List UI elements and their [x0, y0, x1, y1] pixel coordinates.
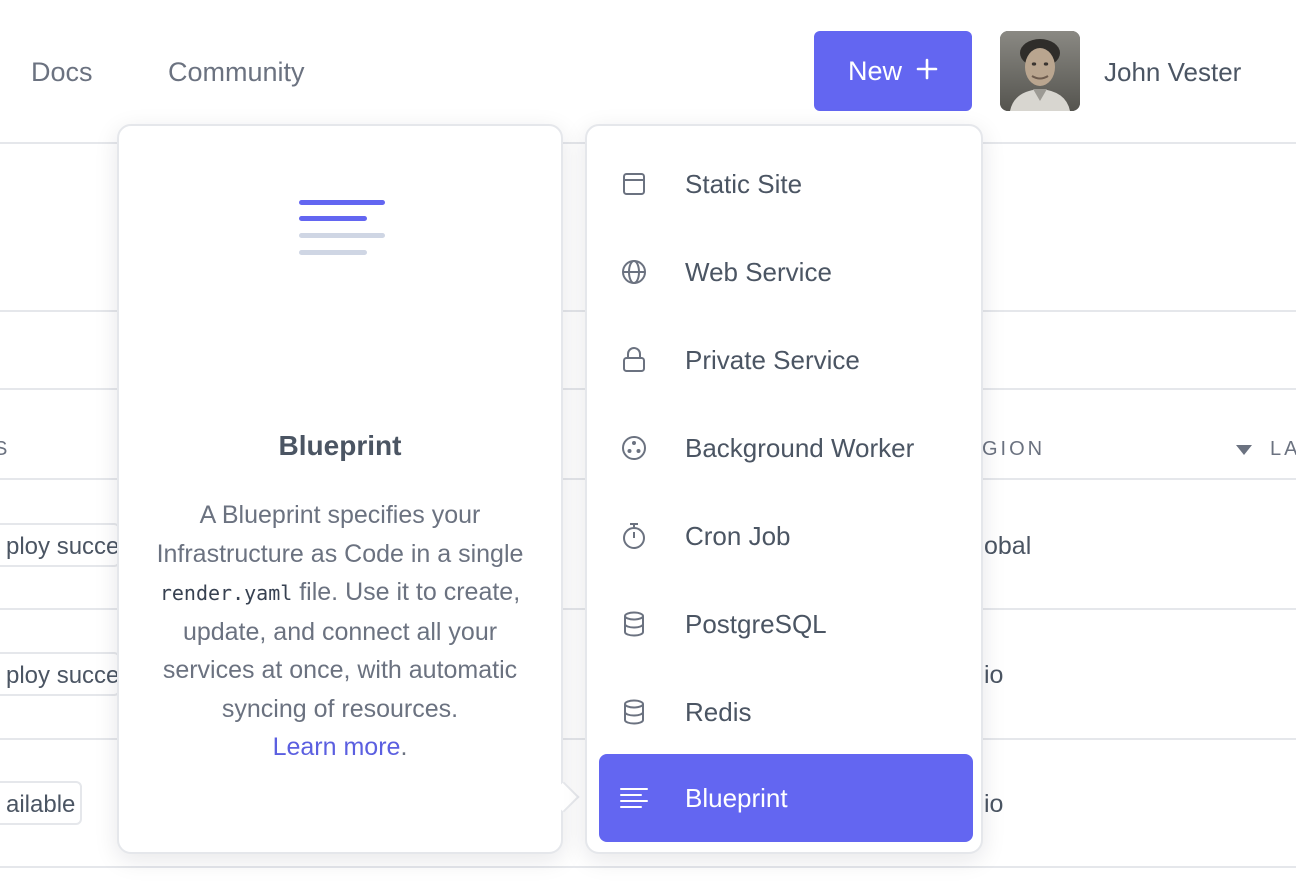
lock-icon: [619, 345, 649, 375]
table-cell-region: io: [984, 661, 1004, 689]
menu-item-label: Private Service: [685, 344, 860, 375]
menu-item-static-site[interactable]: Static Site: [599, 140, 973, 228]
menu-item-private-service[interactable]: Private Service: [599, 316, 973, 404]
menu-item-redis[interactable]: Redis: [599, 668, 973, 756]
nav-link-community[interactable]: Community: [168, 52, 305, 92]
globe-icon: [619, 257, 649, 287]
menu-item-label: Background Worker: [685, 432, 915, 463]
stopwatch-icon: [619, 521, 649, 551]
status-badge: ploy succe: [0, 652, 120, 696]
new-service-menu: Static Site Web Service Private Service …: [585, 124, 983, 854]
blueprint-illustration-icon: [297, 198, 387, 265]
avatar[interactable]: [1000, 31, 1080, 111]
browser-window-icon: [619, 169, 649, 199]
table-header-region: GION: [982, 438, 1046, 460]
menu-item-label: Web Service: [685, 256, 832, 287]
info-card-description: A Blueprint specifies your Infrastructur…: [156, 501, 524, 761]
menu-item-postgresql[interactable]: PostgreSQL: [599, 580, 973, 668]
menu-item-web-service[interactable]: Web Service: [599, 228, 973, 316]
plus-icon: [916, 56, 938, 87]
menu-item-label: Redis: [685, 696, 752, 727]
table-header-last: LA: [1270, 438, 1296, 460]
nav-link-docs[interactable]: Docs: [31, 52, 93, 92]
database-icon: [619, 697, 649, 727]
blueprint-info-card: Blueprint A Blueprint specifies your Inf…: [117, 124, 563, 854]
code-snippet: render.yaml: [159, 581, 293, 605]
new-button[interactable]: New: [814, 31, 972, 111]
table-cell-region: obal: [984, 532, 1032, 560]
status-badge: ploy succe: [0, 523, 120, 567]
divider: [0, 866, 1296, 868]
menu-item-background-worker[interactable]: Background Worker: [599, 404, 973, 492]
status-badge: ailable: [0, 781, 82, 825]
worker-icon: [619, 433, 649, 463]
menu-item-cron-job[interactable]: Cron Job: [599, 492, 973, 580]
menu-item-label: Blueprint: [685, 782, 788, 813]
info-card-title: Blueprint: [278, 430, 402, 461]
table-header-status: S: [0, 438, 11, 460]
menu-item-label: Static Site: [685, 168, 803, 199]
blueprint-lines-icon: [619, 783, 649, 813]
menu-item-label: Cron Job: [685, 520, 791, 551]
sort-caret-icon[interactable]: [1234, 443, 1254, 462]
table-cell-region: io: [984, 790, 1004, 818]
learn-more-link[interactable]: Learn more: [273, 733, 401, 761]
user-name[interactable]: John Vester: [1104, 52, 1241, 92]
new-button-label: New: [847, 55, 902, 86]
menu-item-label: PostgreSQL: [685, 608, 827, 639]
menu-item-blueprint[interactable]: Blueprint: [599, 754, 973, 842]
database-icon: [619, 609, 649, 639]
